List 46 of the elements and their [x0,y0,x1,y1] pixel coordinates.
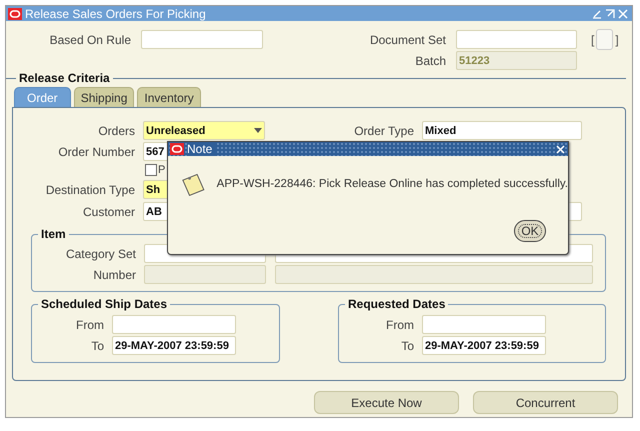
action-button[interactable]: Concurrent [473,391,618,414]
dropdown-arrow-icon [254,128,262,133]
field-label: Destination Type [44,182,136,196]
close-icon[interactable] [618,8,628,18]
order-type-field[interactable]: Mixed [422,121,582,140]
date-field[interactable]: 29-MAY-2007 23:59:59 [422,336,546,355]
flexfield-button[interactable] [596,29,614,50]
field-label: Batch [414,54,447,68]
field-label: From [75,318,105,332]
field-label: Orders [97,124,136,138]
field-label: Document Set [368,32,447,46]
tab[interactable]: Shipping [74,87,134,107]
checkbox-label: P [158,164,166,176]
minimize-icon[interactable] [592,8,602,18]
field-label: Order Type [353,124,415,138]
dialog-message: APP-WSH-228446: Pick Release Online has completed successfully. [216,178,568,190]
tab[interactable]: Inventory [137,87,201,107]
orders-dropdown[interactable]: Unreleased [143,121,265,140]
bracket: ] [615,32,619,46]
field-label: To [400,338,415,352]
group-title: Scheduled Ship Dates [38,297,170,311]
group-title: Item [38,227,69,241]
field-label: Category Set [64,246,137,260]
dialog-title: Note [187,142,216,156]
group-title: Requested Dates [345,297,448,311]
maximize-icon[interactable] [605,8,615,18]
oracle-icon [170,143,184,155]
date-field[interactable] [422,315,546,334]
date-field[interactable]: 29-MAY-2007 23:59:59 [112,336,236,355]
document-set-field[interactable] [456,30,577,49]
checkbox[interactable] [145,164,157,176]
close-icon[interactable] [556,144,565,154]
action-button[interactable]: Execute Now [314,391,459,414]
field-label: Based On Rule [48,32,132,46]
bracket: [ [591,32,594,46]
field-label: Customer [82,204,136,218]
field-label: From [385,318,415,332]
field-label: Order Number [57,144,136,158]
window-title: Release Sales Orders For Picking [25,6,207,20]
oracle-icon [8,8,22,20]
date-field[interactable] [112,315,236,334]
text-field[interactable] [275,265,593,284]
field-label: To [90,338,105,352]
ok-button[interactable]: OK [514,220,546,242]
field-label: Number [92,268,137,282]
based-on-rule-field[interactable] [141,30,263,49]
